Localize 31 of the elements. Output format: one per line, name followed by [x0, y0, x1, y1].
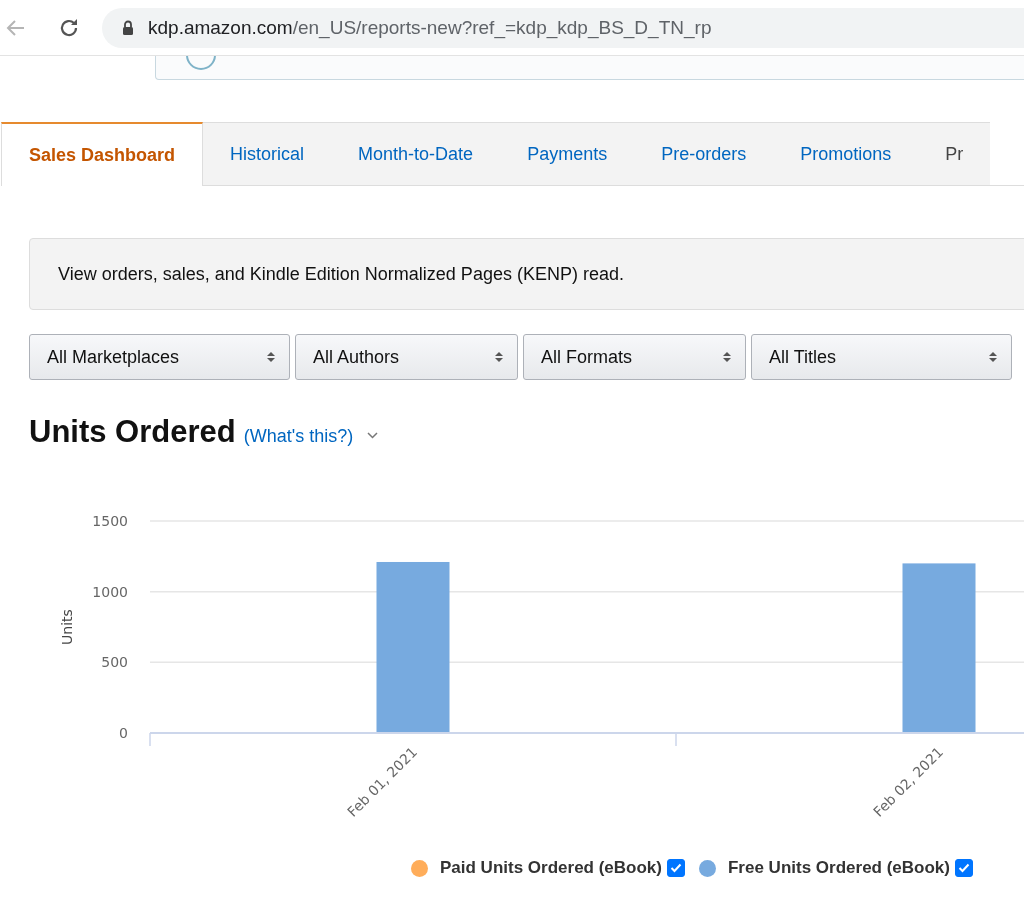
legend-label[interactable]: Free Units Ordered (eBook): [728, 858, 950, 878]
y-tick-label: 1500: [92, 513, 128, 529]
lock-icon: [122, 20, 134, 35]
report-tab[interactable]: Pr: [918, 122, 991, 186]
report-tab[interactable]: Pre-orders: [634, 122, 774, 186]
updown-caret-icon: [267, 351, 275, 363]
y-tick-label: 0: [119, 725, 128, 741]
report-tab[interactable]: Sales Dashboard: [1, 122, 204, 186]
report-tab[interactable]: Historical: [203, 122, 332, 186]
report-tab[interactable]: Payments: [500, 122, 635, 186]
y-axis-title: Units: [59, 609, 75, 645]
section-title: Units Ordered: [29, 414, 236, 450]
updown-caret-icon: [495, 351, 503, 363]
filter-dropdown[interactable]: All Authors: [295, 334, 518, 380]
url-text: kdp.amazon.com/en_US/reports-new?ref_=kdp_kdp_BS_D_TN_rp: [148, 16, 712, 39]
filter-dropdown[interactable]: All Titles: [751, 334, 1012, 380]
y-tick-label: 1000: [92, 583, 128, 600]
filter-dropdown[interactable]: All Formats: [523, 334, 746, 380]
filter-dropdown[interactable]: All Marketplaces: [29, 334, 290, 380]
address-bar[interactable]: kdp.amazon.com/en_US/reports-new?ref_=kdp_kdp_BS_D_TN_rp: [102, 7, 1024, 48]
updown-caret-icon: [989, 351, 997, 363]
y-tick-label: 500: [101, 654, 128, 671]
description-text: View orders, sales, and Kindle Edition Normalized Pages (KENP) read.: [58, 263, 624, 285]
legend-label[interactable]: Paid Units Ordered (eBook): [440, 858, 662, 878]
help-link[interactable]: (What's this?): [243, 426, 354, 447]
legend-checkbox[interactable]: [955, 859, 973, 877]
updown-caret-icon: [723, 351, 731, 363]
chevron-down-icon[interactable]: [367, 431, 379, 439]
report-tab[interactable]: Promotions: [773, 122, 919, 186]
legend-checkbox[interactable]: [667, 859, 685, 877]
report-tab[interactable]: Month-to-Date: [331, 122, 501, 186]
